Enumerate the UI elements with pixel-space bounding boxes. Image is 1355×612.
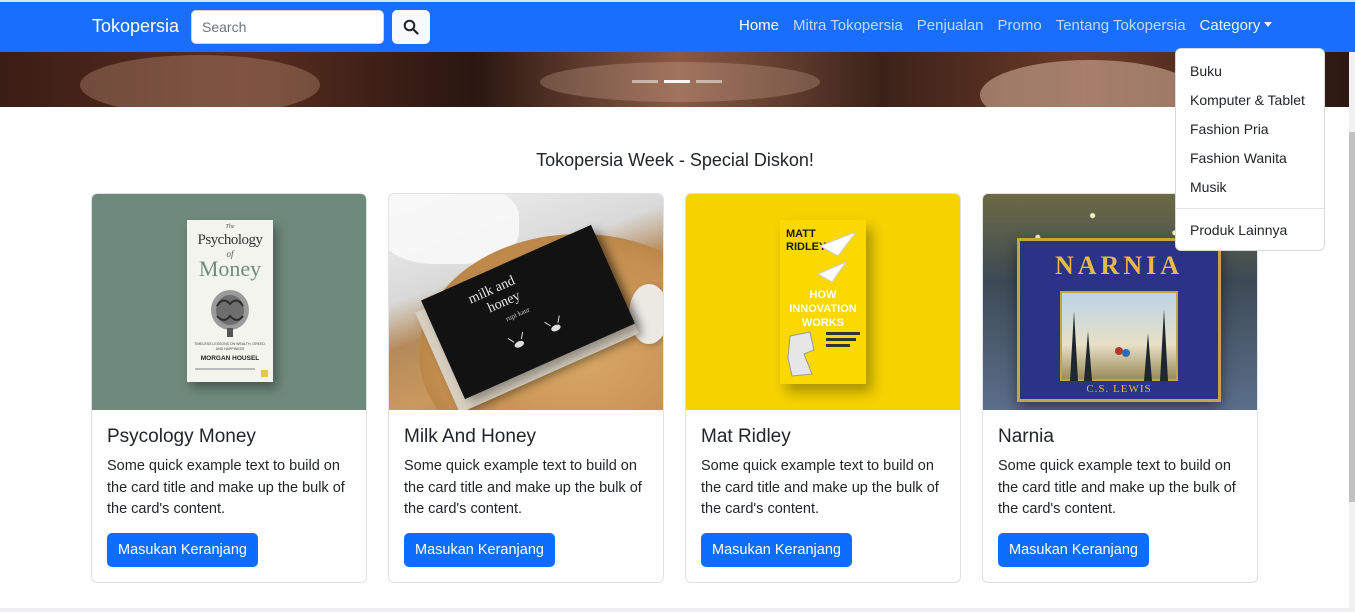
navbar: Tokopersia Home Mitra Tokopersia Penjual…: [0, 2, 1355, 52]
card-text: Some quick example text to build on the …: [998, 458, 1236, 517]
search-button[interactable]: [392, 10, 430, 44]
nav-promo[interactable]: Promo: [998, 17, 1042, 34]
nav-mitra[interactable]: Mitra Tokopersia: [793, 17, 903, 34]
add-to-cart-button[interactable]: Masukan Keranjang: [701, 533, 852, 567]
menu-item-buku[interactable]: Buku: [1176, 57, 1324, 86]
product-image: The Psychology of Money TIMELESS LESSONS…: [92, 194, 366, 410]
cover-text: MORGAN HOUSEL: [200, 355, 260, 362]
menu-item-fashion-pria[interactable]: Fashion Pria: [1176, 115, 1324, 144]
cover-text: NARNIA: [1055, 251, 1183, 280]
nav-penjualan[interactable]: Penjualan: [917, 17, 984, 34]
product-image: milk and honey rupi kaur: [389, 194, 663, 410]
cover-text: Money: [198, 256, 262, 281]
product-card: The Psychology of Money TIMELESS LESSONS…: [91, 193, 367, 583]
add-to-cart-button[interactable]: Masukan Keranjang: [107, 533, 258, 567]
cover-text: TIMELESS LESSONS ON WEALTH, GREED, AND H…: [194, 342, 266, 351]
product-card: milk and honey rupi kaur Milk And Honey …: [388, 193, 664, 583]
card-title: Mat Ridley: [701, 426, 791, 447]
page-scrollbar[interactable]: [1349, 52, 1355, 612]
product-image: MATT RIDLEY HOW INNOVATION WORKS: [686, 194, 960, 410]
cover-text: INNOVATION: [789, 303, 857, 315]
product-card: NARNIA C.S. LEWIS Narnia Some quick exam…: [982, 193, 1258, 583]
menu-item-komputer[interactable]: Komputer & Tablet: [1176, 86, 1324, 115]
card-text: Some quick example text to build on the …: [701, 458, 939, 517]
card-title: Milk And Honey: [404, 426, 537, 447]
card-text: Some quick example text to build on the …: [107, 458, 345, 517]
carousel-indicator-1[interactable]: [632, 80, 658, 83]
scrollbar-thumb[interactable]: [1349, 132, 1355, 502]
cover-text: Psychology: [197, 232, 263, 248]
card-text: Some quick example text to build on the …: [404, 458, 642, 517]
add-to-cart-button[interactable]: Masukan Keranjang: [998, 533, 1149, 567]
menu-item-musik[interactable]: Musik: [1176, 173, 1324, 202]
cover-text: HOW: [809, 289, 837, 301]
cover-text: The: [225, 224, 235, 230]
nav-tentang[interactable]: Tentang Tokopersia: [1056, 17, 1186, 34]
page-bottom-edge: [0, 608, 1355, 612]
category-menu: Buku Komputer & Tablet Fashion Pria Fash…: [1175, 48, 1325, 251]
menu-item-fashion-wanita[interactable]: Fashion Wanita: [1176, 144, 1324, 173]
brand-logo[interactable]: Tokopersia: [92, 16, 179, 37]
search-icon: [403, 19, 419, 35]
card-title: Psycology Money: [107, 426, 256, 447]
book-cover: MATT RIDLEY HOW INNOVATION WORKS: [780, 220, 866, 384]
book-cover: The Psychology of Money TIMELESS LESSONS…: [187, 220, 273, 382]
forest-scene-icon: [1070, 309, 1168, 381]
carousel-indicators: [632, 80, 722, 83]
carousel-indicator-2[interactable]: [664, 80, 690, 83]
menu-item-produk-lainnya[interactable]: Produk Lainnya: [1176, 216, 1324, 245]
paper-plane-icon: [816, 230, 858, 283]
book-cover: NARNIA C.S. LEWIS: [1017, 238, 1221, 402]
brain-icon: [211, 290, 249, 337]
add-to-cart-button[interactable]: Masukan Keranjang: [404, 533, 555, 567]
cover-text: WORKS: [801, 317, 845, 329]
menu-divider: [1176, 208, 1324, 209]
section-title: Tokopersia Week - Special Diskon!: [536, 150, 814, 170]
caret-down-icon: [1264, 22, 1273, 27]
search-input[interactable]: [191, 10, 384, 44]
nav-category-dropdown[interactable]: Category: [1200, 17, 1273, 34]
cover-text: C.S. LEWIS: [1086, 383, 1152, 395]
product-card: MATT RIDLEY HOW INNOVATION WORKS Mat Rid…: [685, 193, 961, 583]
crumpled-paper-icon: [787, 331, 815, 377]
card-title: Narnia: [998, 426, 1054, 447]
category-label: Category: [1199, 17, 1261, 34]
nav-links: Home Mitra Tokopersia Penjualan Promo Te…: [739, 17, 1286, 34]
nav-home[interactable]: Home: [739, 17, 779, 34]
carousel-indicator-3[interactable]: [696, 80, 722, 83]
